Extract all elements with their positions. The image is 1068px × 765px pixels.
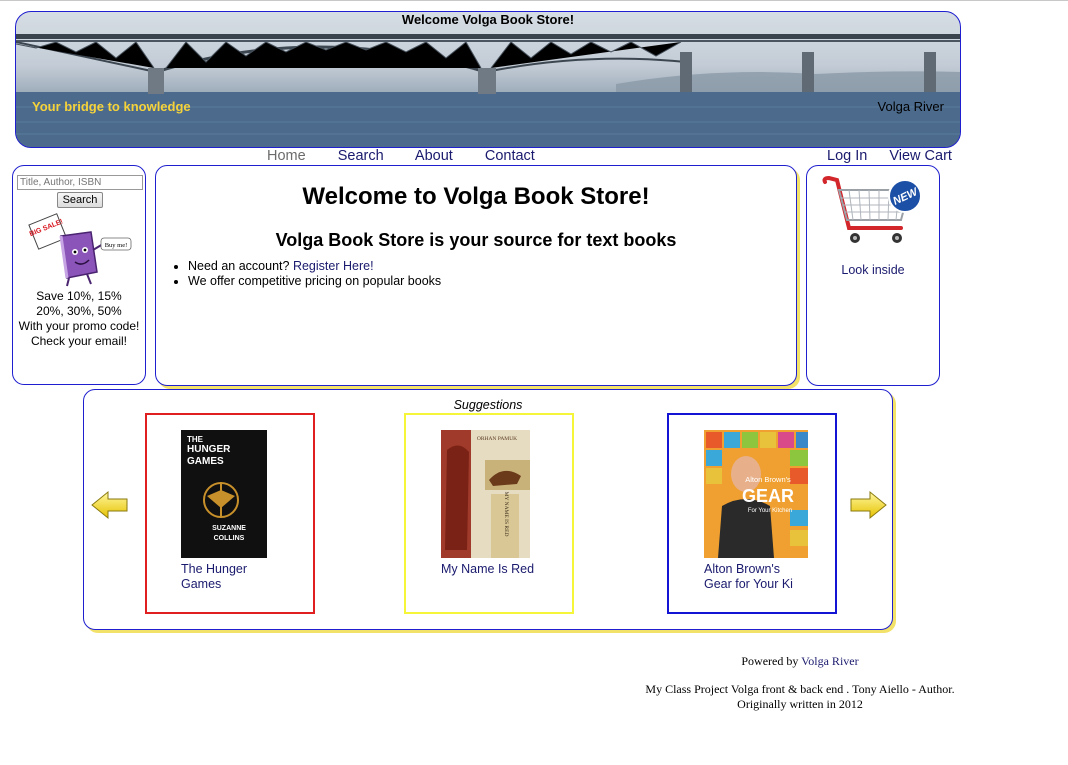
book-title-line: The Hunger: [181, 562, 248, 576]
search-button[interactable]: Search: [57, 192, 103, 208]
book-title-link[interactable]: The Hunger Games: [181, 562, 247, 592]
nav-home[interactable]: Home: [267, 148, 306, 164]
book-card[interactable]: THE HUNGER GAMES SUZANNE COLLINS The Hun…: [145, 413, 315, 614]
footer-credit: My Class Project Volga front & back end …: [620, 682, 980, 712]
book-title-link[interactable]: My Name Is Red: [441, 562, 534, 577]
cover-text: COLLINS: [214, 535, 245, 542]
book-cover-image[interactable]: Alton Brown's GEAR For Your Kitchen: [704, 430, 808, 558]
suggestions-carousel: Suggestions THE HUNGER GAMES SUZANNE COL…: [83, 389, 893, 630]
look-inside-link[interactable]: Look inside: [807, 263, 939, 277]
nav-contact[interactable]: Contact: [485, 148, 535, 164]
powered-by: Powered by Volga River: [700, 654, 900, 669]
cover-text: GEAR: [742, 486, 794, 506]
site-banner: Welcome Volga Book Store! Your bridge to…: [15, 11, 961, 148]
account-nav: Log In View Cart: [827, 148, 970, 164]
nav-search[interactable]: Search: [338, 148, 384, 164]
banner-river-label: Volga River: [877, 99, 944, 114]
cover-text: Alton Brown's: [745, 475, 791, 484]
credit-line: Originally written in 2012: [737, 697, 863, 711]
cover-text: ORHAN PAMUK: [477, 436, 517, 442]
main-nav: Home Search About Contact: [267, 148, 563, 164]
page-title: Welcome to Volga Book Store!: [302, 183, 650, 210]
bridge-photo: [16, 34, 960, 147]
cover-text: MY NAME IS RED: [503, 492, 509, 537]
nav-login[interactable]: Log In: [827, 148, 867, 164]
cover-text: THE: [187, 435, 204, 444]
shopping-cart-icon[interactable]: NEW: [819, 172, 927, 252]
book-cover-image[interactable]: ORHAN PAMUK MY NAME IS RED: [441, 430, 530, 558]
book-card[interactable]: Alton Brown's GEAR For Your Kitchen Alto…: [667, 413, 837, 614]
register-link[interactable]: Register Here!: [293, 259, 374, 273]
info-list: Need an account? Register Here! We offer…: [156, 259, 441, 289]
book-title-line: Alton Brown's: [704, 562, 781, 576]
book-title-line: Games: [181, 577, 222, 591]
cart-panel: NEW Look inside: [806, 165, 940, 386]
list-item: We offer competitive pricing on popular …: [188, 274, 441, 289]
nav-view-cart[interactable]: View Cart: [889, 148, 952, 164]
arrow-right-icon[interactable]: [848, 490, 888, 520]
nav-about[interactable]: About: [415, 148, 453, 164]
book-card[interactable]: ORHAN PAMUK MY NAME IS RED My Name Is Re…: [404, 413, 574, 614]
powered-by-link[interactable]: Volga River: [801, 654, 858, 668]
buy-me-bubble-text: Buy me!: [105, 242, 128, 249]
promo-line: 20%, 30%, 50%: [36, 304, 122, 318]
list-item: Need an account? Register Here!: [188, 259, 441, 274]
sale-book-mascot-image: BIG SALE! Buy me!: [28, 213, 132, 287]
promo-line: Save 10%, 15%: [36, 289, 122, 303]
cover-text: For Your Kitchen: [748, 508, 792, 514]
book-cover-image[interactable]: THE HUNGER GAMES SUZANNE COLLINS: [181, 430, 267, 558]
account-prompt: Need an account?: [188, 259, 293, 273]
cover-text: GAMES: [187, 456, 224, 467]
promo-line: With your promo code!: [18, 319, 140, 333]
banner-title: Welcome Volga Book Store!: [401, 12, 575, 27]
book-title-line: My Name Is Red: [441, 562, 535, 576]
promo-text: Save 10%, 15% 20%, 30%, 50% With your pr…: [13, 289, 145, 349]
page-subtitle: Volga Book Store is your source for text…: [275, 230, 677, 250]
powered-prefix: Powered by: [741, 654, 802, 668]
promo-line: Check your email!: [30, 334, 128, 348]
cover-text: SUZANNE: [212, 525, 246, 532]
book-title-line: Gear for Your Ki: [704, 577, 793, 591]
suggestions-title: Suggestions: [453, 398, 523, 412]
search-input[interactable]: [17, 175, 143, 190]
book-title-link[interactable]: Alton Brown's Gear for Your Ki: [704, 562, 793, 592]
sidebar-panel: Search BIG SALE! Buy me! Save 10%, 15% 2…: [12, 165, 146, 385]
cover-text: HUNGER: [187, 444, 231, 455]
arrow-left-icon[interactable]: [90, 490, 130, 520]
banner-tagline: Your bridge to knowledge: [32, 99, 191, 114]
credit-line: My Class Project Volga front & back end …: [645, 682, 955, 696]
welcome-panel: Welcome to Volga Book Store! Volga Book …: [155, 165, 797, 386]
